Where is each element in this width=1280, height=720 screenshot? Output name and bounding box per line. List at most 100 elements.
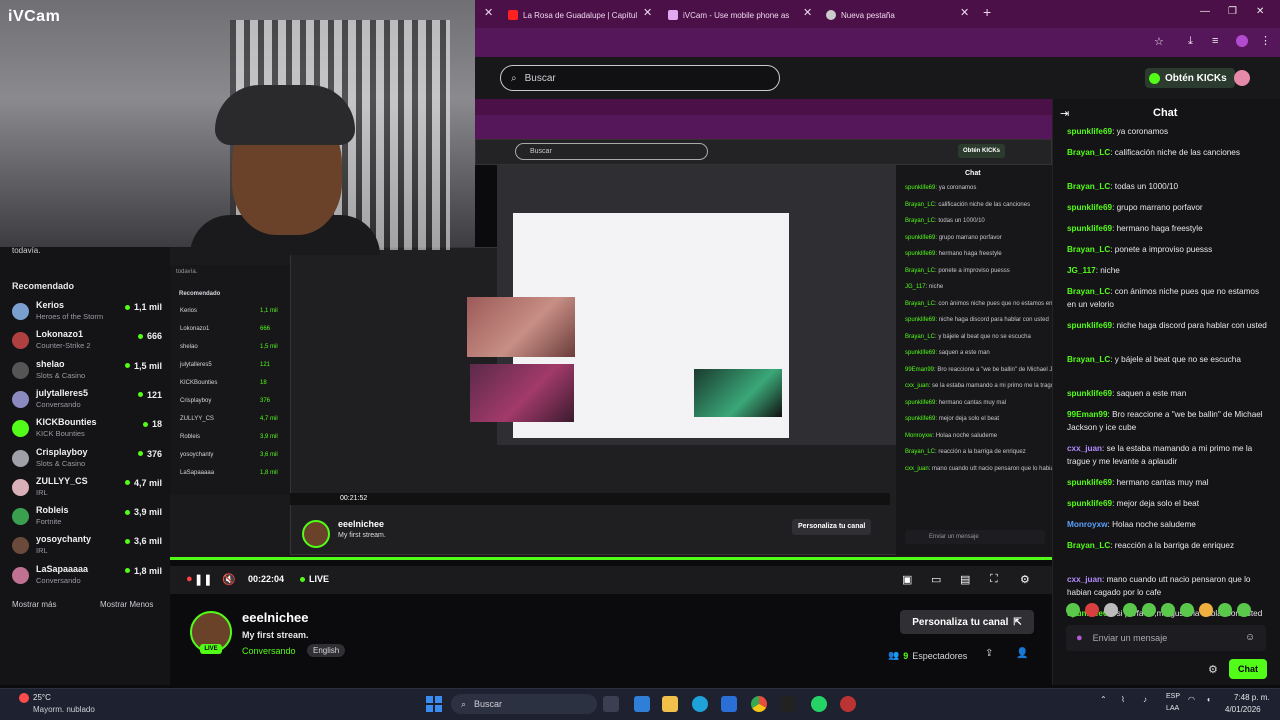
sidebar-channel[interactable]: shelao Slots & Casino 1,5 mil	[12, 359, 162, 387]
close-icon[interactable]: ✕	[643, 8, 652, 19]
send-chat-button[interactable]: Chat	[1229, 659, 1267, 679]
mute-icon[interactable]: 🔇	[222, 573, 236, 586]
menu-icon[interactable]: ⋮	[1260, 34, 1271, 47]
settings-icon[interactable]: ⚙	[1020, 573, 1030, 586]
sidebar-channel[interactable]: Crisplayboy Slots & Casino 376	[12, 447, 162, 475]
close-icon[interactable]: ✕	[803, 8, 812, 19]
cast-icon[interactable]: ▤	[960, 573, 970, 586]
emote-icon[interactable]	[1199, 603, 1213, 617]
pip-icon[interactable]: ▣	[902, 573, 912, 586]
sidebar-channel[interactable]: ZULLYY_CS IRL 4,7 mil	[12, 476, 162, 504]
store-icon[interactable]	[721, 696, 737, 712]
sidebar-channel[interactable]: LaSapaaaaa Conversando 1,8 mil	[12, 564, 162, 592]
clock-date[interactable]: 4/01/2026	[1225, 705, 1261, 714]
file-explorer-icon[interactable]	[662, 696, 678, 712]
chat-username[interactable]: spunklife69	[1067, 224, 1112, 233]
follow-icon[interactable]: 👤	[1016, 648, 1028, 659]
tab-ivcam[interactable]: iVCam - Use mobile phone as	[668, 4, 798, 26]
taskbar-search[interactable]: ⌕ Buscar	[451, 694, 597, 714]
tab-rosa-guadalupe[interactable]: La Rosa de Guadalupe | Capítul	[508, 4, 638, 26]
emoji-icon[interactable]: ☺	[1245, 632, 1255, 643]
language-top[interactable]: ESP	[1166, 693, 1180, 700]
chat-username[interactable]: Brayan_LC	[1067, 245, 1110, 254]
chat-username[interactable]: Monroyxw	[1067, 520, 1108, 529]
user-avatar[interactable]	[1234, 70, 1250, 86]
emote-icon[interactable]	[1104, 603, 1118, 617]
network-icon[interactable]: ⌇	[1121, 695, 1125, 704]
download-icon[interactable]: ⤓	[1188, 35, 1193, 48]
emote-icon[interactable]	[1085, 603, 1099, 617]
chat-username[interactable]: spunklife69	[1067, 203, 1112, 212]
edge-icon[interactable]	[692, 696, 708, 712]
windows-start-icon[interactable]	[426, 696, 442, 712]
mic-tray-icon[interactable]: ♪	[1143, 695, 1147, 704]
video-thumbnail[interactable]	[470, 364, 574, 422]
emote-icon[interactable]	[1161, 603, 1175, 617]
chat-username[interactable]: Brayan_LC	[1067, 148, 1110, 157]
chat-username[interactable]: Brayan_LC	[1067, 182, 1110, 191]
widgets-icon[interactable]	[634, 696, 650, 712]
task-view-icon[interactable]	[603, 696, 619, 712]
fullscreen-icon[interactable]: ⛶	[990, 573, 998, 586]
chat-username[interactable]: spunklife69	[1067, 321, 1112, 330]
clock-time[interactable]: 7:48 p. m.	[1234, 693, 1270, 702]
sidebar-channel[interactable]: julytalleres5 Conversando 121	[12, 388, 162, 416]
sidebar-channel[interactable]: yosoychanty IRL 3,6 mil	[12, 534, 162, 562]
show-less-link[interactable]: Mostrar Menos	[100, 600, 153, 609]
video-thumbnail[interactable]	[694, 369, 782, 417]
show-more-link[interactable]: Mostrar más	[12, 600, 56, 609]
close-window-icon[interactable]: ✕	[1256, 6, 1264, 17]
sidebar-channel[interactable]: KICKBounties KICK Bounties 18	[12, 417, 162, 445]
search-input[interactable]: ⌕ Buscar	[500, 65, 780, 91]
chat-username[interactable]: cxx_juan	[1067, 575, 1102, 584]
pause-icon[interactable]: ❚❚	[194, 573, 212, 586]
microphone-icon[interactable]: ●	[1076, 632, 1083, 644]
sidebar-channel[interactable]: Kerios Heroes of the Storm 1,1 mil	[12, 300, 162, 328]
emote-icon[interactable]	[1180, 603, 1194, 617]
close-icon[interactable]: ✕	[960, 8, 969, 19]
sidebar-channel[interactable]: Lokonazo1 Counter-Strike 2 666	[12, 329, 162, 357]
minimize-icon[interactable]: —	[1200, 6, 1210, 17]
new-tab-button[interactable]: +	[983, 5, 991, 19]
progress-bar[interactable]	[170, 557, 1052, 560]
emote-icon[interactable]	[1218, 603, 1232, 617]
share-icon[interactable]: ⇪	[985, 648, 993, 659]
star-icon[interactable]: ☆	[1154, 35, 1164, 48]
language-tag[interactable]: English	[307, 644, 346, 657]
tab-new[interactable]: Nueva pestaña	[826, 4, 956, 26]
emote-icon[interactable]	[1237, 603, 1251, 617]
emote-icon[interactable]	[1066, 603, 1080, 617]
sidebar-channel[interactable]: Robleis Fortnite 3,9 mil	[12, 505, 162, 533]
chat-username[interactable]: Brayan_LC	[1067, 355, 1110, 364]
recorder-icon[interactable]	[840, 696, 856, 712]
chevron-up-icon[interactable]: ⌃	[1100, 695, 1107, 704]
volume-icon[interactable]: ◖	[1206, 695, 1211, 704]
profile-icon[interactable]	[1236, 35, 1248, 47]
channel-name[interactable]: eeelnichee	[242, 610, 309, 625]
gear-icon[interactable]: ⚙	[1208, 663, 1218, 676]
chat-username[interactable]: 99Eman99	[1067, 410, 1108, 419]
theater-icon[interactable]: ▭	[931, 573, 941, 586]
chrome-icon[interactable]	[751, 696, 767, 712]
language-bottom[interactable]: LAA	[1166, 705, 1179, 712]
emote-icon[interactable]	[1123, 603, 1137, 617]
chat-input[interactable]: ● Enviar un mensaje	[1066, 625, 1266, 651]
chat-username[interactable]: Brayan_LC	[1067, 541, 1110, 550]
queue-icon[interactable]: ≡	[1212, 35, 1218, 47]
get-kicks-button[interactable]: Obtén KICKs	[1145, 68, 1235, 88]
chat-username[interactable]: spunklife69	[1067, 389, 1112, 398]
close-icon[interactable]: ✕	[484, 8, 493, 19]
video-thumbnail[interactable]	[467, 297, 575, 357]
stream-category[interactable]: Conversando	[242, 646, 296, 656]
maximize-icon[interactable]: ❐	[1228, 6, 1237, 17]
chat-username[interactable]: spunklife69	[1067, 478, 1112, 487]
chat-username[interactable]: Brayan_LC	[1067, 287, 1110, 296]
chat-username[interactable]: spunklife69	[1067, 499, 1112, 508]
emote-icon[interactable]	[1142, 603, 1156, 617]
collapse-chat-icon[interactable]: ⇥	[1060, 107, 1069, 120]
customize-channel-button[interactable]: Personaliza tu canal ⇱	[900, 610, 1034, 634]
chat-username[interactable]: cxx_juan	[1067, 444, 1102, 453]
wifi-icon[interactable]: ◠	[1188, 695, 1195, 704]
chat-username[interactable]: JG_117	[1067, 266, 1096, 275]
whatsapp-icon[interactable]	[811, 696, 827, 712]
